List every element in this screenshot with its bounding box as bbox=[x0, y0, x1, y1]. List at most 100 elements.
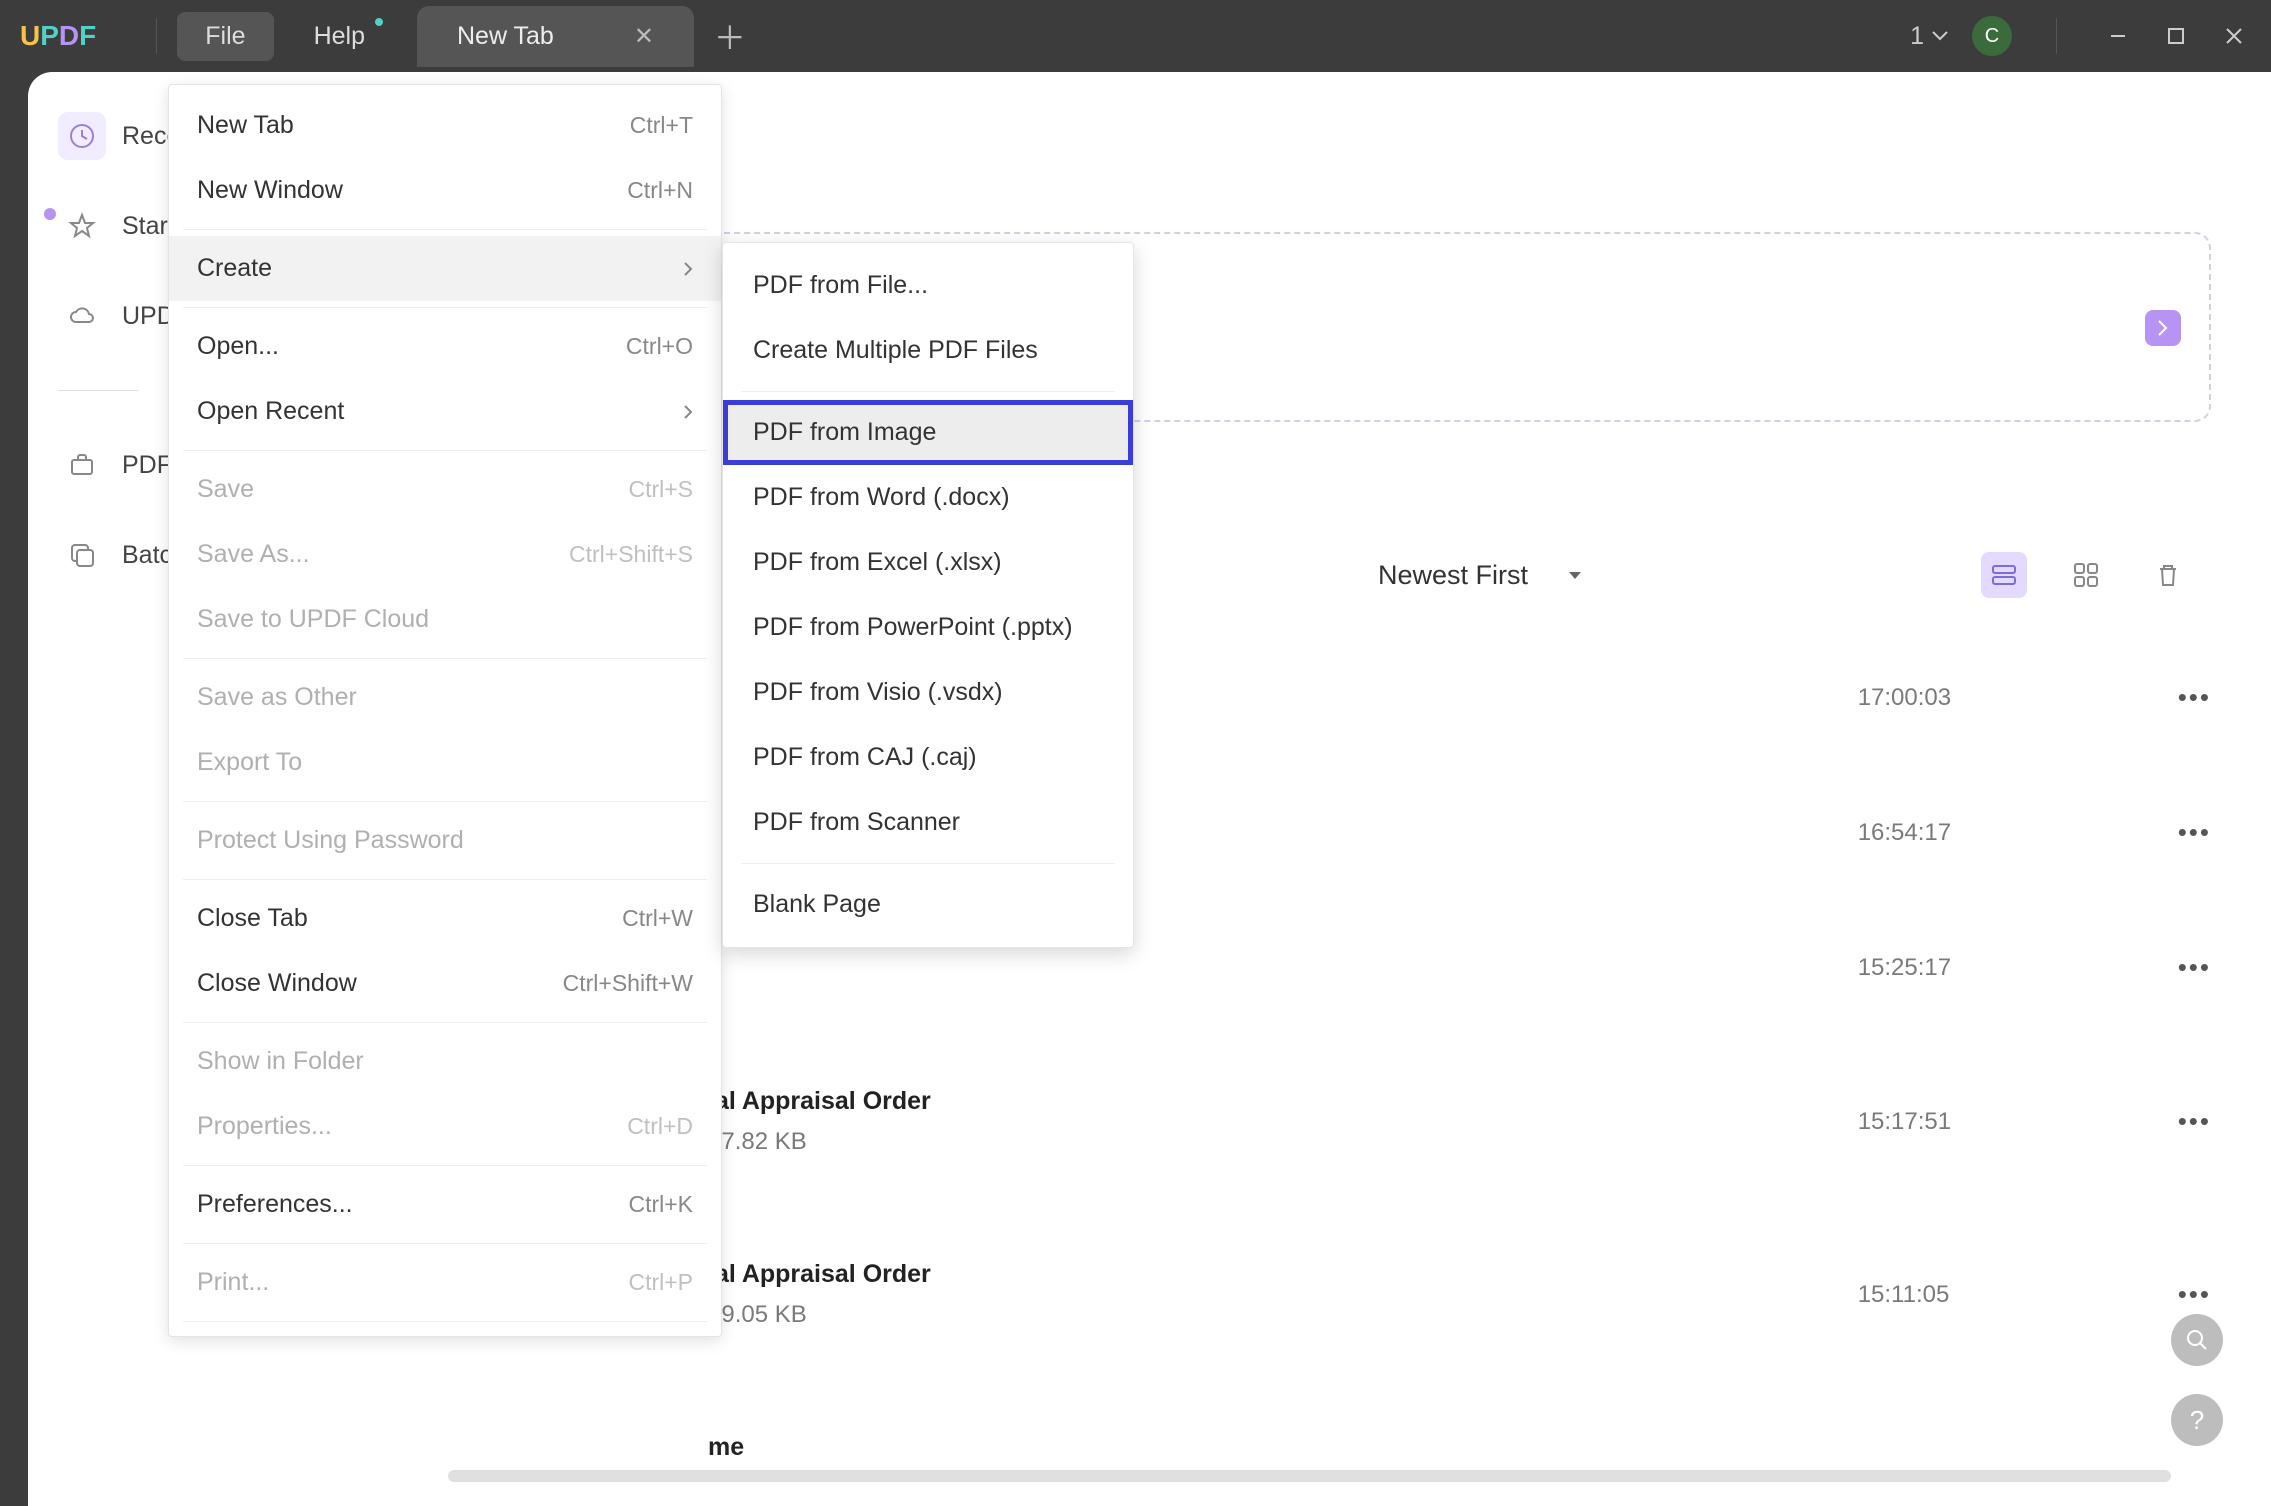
menu-item-new-window[interactable]: New Window Ctrl+N bbox=[169, 158, 721, 223]
chevron-right-icon bbox=[683, 261, 693, 277]
sidebar-item-cloud[interactable]: UPD bbox=[58, 292, 180, 340]
sidebar-label: Star bbox=[122, 212, 168, 241]
titlebar: UPDF File Help New Tab ✕ ＋ 1 C bbox=[0, 0, 2271, 72]
file-time: 15:25:17 bbox=[1858, 954, 2058, 982]
menu-item-label: New Window bbox=[197, 176, 343, 205]
sidebar-label: Batc bbox=[122, 541, 172, 570]
sidebar-item-recent[interactable]: Rece bbox=[58, 112, 180, 160]
sidebar-item-starred[interactable]: Star bbox=[58, 202, 180, 250]
submenu-item-pdf-from-excel-xlsx-[interactable]: PDF from Excel (.xlsx) bbox=[723, 530, 1133, 595]
avatar[interactable]: C bbox=[1972, 16, 2012, 56]
file-row[interactable]: 15:25:17 ••• bbox=[708, 952, 2211, 983]
menu-item-new-tab[interactable]: New TabCtrl+T bbox=[169, 93, 721, 158]
new-tab-button[interactable]: ＋ bbox=[714, 13, 746, 59]
submenu-item-pdf-from-file-[interactable]: PDF from File... bbox=[723, 253, 1133, 318]
file-time: 16:54:17 bbox=[1858, 819, 2058, 847]
menu-file[interactable]: File bbox=[177, 12, 273, 61]
menu-separator bbox=[183, 1243, 707, 1244]
file-size: 89.05 KB bbox=[708, 1301, 1858, 1329]
chevron-down-icon bbox=[1932, 31, 1948, 41]
menu-item-save-as-: Save As... Ctrl+Shift+S bbox=[169, 522, 721, 587]
menu-shortcut: Ctrl+Shift+W bbox=[563, 970, 693, 997]
menu-item-save-as-other: Save as Other bbox=[169, 665, 721, 730]
file-info: ial Appraisal Order89.05 KB bbox=[708, 1260, 1858, 1329]
more-icon[interactable]: ••• bbox=[2178, 1279, 2211, 1310]
view-controls bbox=[1981, 552, 2191, 598]
stack-icon bbox=[58, 531, 106, 579]
menu-item-label: Create bbox=[197, 254, 272, 283]
submenu-item-pdf-from-image[interactable]: PDF from Image bbox=[723, 400, 1133, 465]
menu-shortcut: Ctrl+W bbox=[622, 905, 693, 932]
search-button[interactable] bbox=[2171, 1314, 2223, 1366]
help-button[interactable]: ? bbox=[2171, 1394, 2223, 1446]
menu-item-label: Save As... bbox=[197, 540, 310, 569]
grid-view-button[interactable] bbox=[2063, 552, 2109, 598]
delete-button[interactable] bbox=[2145, 552, 2191, 598]
menu-item-label: Show in Folder bbox=[197, 1047, 364, 1076]
create-submenu: PDF from File...Create Multiple PDF File… bbox=[722, 242, 1134, 948]
more-icon[interactable]: ••• bbox=[2178, 817, 2211, 848]
tab-count[interactable]: 1 bbox=[1910, 22, 1948, 51]
horizontal-scrollbar[interactable] bbox=[448, 1470, 2171, 1482]
menu-shortcut: Ctrl+K bbox=[628, 1191, 693, 1218]
menu-item-label: Open... bbox=[197, 332, 279, 361]
file-row[interactable]: ial Appraisal Order27.82 KB15:17:51••• bbox=[708, 1087, 2211, 1156]
submenu-item-pdf-from-powerpoint-pptx-[interactable]: PDF from PowerPoint (.pptx) bbox=[723, 595, 1133, 660]
file-menu-dropdown: New TabCtrl+T New Window Ctrl+N Create Open.… bbox=[168, 84, 722, 1337]
sidebar-item-pdf[interactable]: PDF bbox=[58, 441, 180, 489]
sidebar-divider bbox=[58, 390, 138, 391]
file-row[interactable]: me bbox=[708, 1433, 2211, 1474]
sort-dropdown[interactable]: Newest First bbox=[1378, 560, 1582, 591]
menu-item-close-window[interactable]: Close Window Ctrl+Shift+W bbox=[169, 951, 721, 1016]
menu-item-label: Protect Using Password bbox=[197, 826, 464, 855]
expand-button[interactable] bbox=[2145, 310, 2181, 346]
submenu-item-pdf-from-caj-caj-[interactable]: PDF from CAJ (.caj) bbox=[723, 725, 1133, 790]
menu-item-export-to: Export To bbox=[169, 730, 721, 795]
menu-item-open-recent[interactable]: Open Recent bbox=[169, 379, 721, 444]
submenu-separator bbox=[741, 863, 1115, 864]
submenu-item-pdf-from-visio-vsdx-[interactable]: PDF from Visio (.vsdx) bbox=[723, 660, 1133, 725]
file-row[interactable]: ial Appraisal Order89.05 KB15:11:05••• bbox=[708, 1260, 2211, 1329]
menu-item-open-[interactable]: Open...Ctrl+O bbox=[169, 314, 721, 379]
menu-shortcut: Ctrl+S bbox=[628, 476, 693, 503]
menu-item-properties-: Properties...Ctrl+D bbox=[169, 1094, 721, 1159]
menu-item-label: Close Window bbox=[197, 969, 357, 998]
menu-item-preferences-[interactable]: Preferences...Ctrl+K bbox=[169, 1172, 721, 1237]
more-icon[interactable]: ••• bbox=[2178, 1106, 2211, 1137]
divider bbox=[2056, 18, 2057, 54]
submenu-item-pdf-from-scanner[interactable]: PDF from Scanner bbox=[723, 790, 1133, 855]
menu-shortcut: Ctrl+Shift+S bbox=[569, 541, 693, 568]
menu-separator bbox=[183, 879, 707, 880]
close-icon[interactable]: ✕ bbox=[634, 22, 654, 51]
tab-new[interactable]: New Tab ✕ bbox=[417, 6, 694, 67]
menu-separator bbox=[183, 307, 707, 308]
menu-item-label: Properties... bbox=[197, 1112, 332, 1141]
menu-item-show-in-folder: Show in Folder bbox=[169, 1029, 721, 1094]
menu-help-label: Help bbox=[314, 22, 365, 50]
more-icon[interactable]: ••• bbox=[2178, 952, 2211, 983]
submenu-item-pdf-from-word-docx-[interactable]: PDF from Word (.docx) bbox=[723, 465, 1133, 530]
submenu-item-blank-page[interactable]: Blank Page bbox=[723, 872, 1133, 937]
maximize-button[interactable] bbox=[2159, 19, 2193, 53]
sidebar-item-batch[interactable]: Batc bbox=[58, 531, 180, 579]
chevron-right-icon bbox=[2157, 319, 2169, 337]
minimize-button[interactable] bbox=[2101, 19, 2135, 53]
star-icon bbox=[58, 202, 106, 250]
list-view-button[interactable] bbox=[1981, 552, 2027, 598]
file-name: me bbox=[708, 1433, 2011, 1462]
menu-item-label: Export To bbox=[197, 748, 302, 777]
menu-item-label: Save as Other bbox=[197, 683, 357, 712]
menu-help[interactable]: Help bbox=[286, 12, 393, 61]
close-window-button[interactable] bbox=[2217, 19, 2251, 53]
menu-item-close-tab[interactable]: Close TabCtrl+W bbox=[169, 886, 721, 951]
triangle-down-icon bbox=[1568, 571, 1582, 581]
notification-dot-icon bbox=[375, 18, 383, 26]
menu-shortcut: Ctrl+N bbox=[627, 177, 693, 204]
menu-item-save-to-updf-cloud: Save to UPDF Cloud bbox=[169, 587, 721, 652]
menu-shortcut: Ctrl+P bbox=[628, 1269, 693, 1296]
submenu-item-create-multiple-pdf-files[interactable]: Create Multiple PDF Files bbox=[723, 318, 1133, 383]
menu-item-create[interactable]: Create bbox=[169, 236, 721, 301]
more-icon[interactable]: ••• bbox=[2178, 682, 2211, 713]
tab-title: New Tab bbox=[457, 22, 554, 51]
menu-separator bbox=[183, 801, 707, 802]
